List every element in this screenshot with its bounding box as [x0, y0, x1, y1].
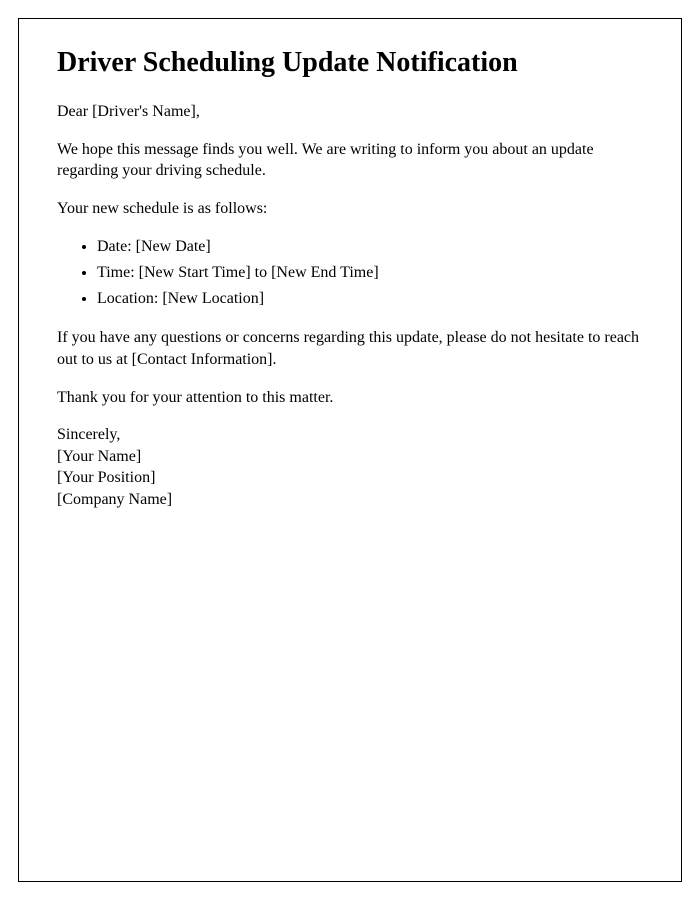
schedule-date-item: Date: [New Date] — [97, 235, 643, 259]
thanks-text: Thank you for your attention to this mat… — [57, 387, 643, 409]
greeting-text: Dear [Driver's Name], — [57, 101, 643, 123]
signoff-company: [Company Name] — [57, 489, 643, 511]
signature-block: Sincerely, [Your Name] [Your Position] [… — [57, 424, 643, 510]
contact-note-text: If you have any questions or concerns re… — [57, 327, 643, 370]
document-page: Driver Scheduling Update Notification De… — [18, 18, 682, 882]
signoff-position: [Your Position] — [57, 467, 643, 489]
intro-paragraph: We hope this message finds you well. We … — [57, 139, 643, 182]
signoff-name: [Your Name] — [57, 446, 643, 468]
signoff-closing: Sincerely, — [57, 424, 643, 446]
page-title: Driver Scheduling Update Notification — [57, 47, 643, 79]
schedule-intro-text: Your new schedule is as follows: — [57, 198, 643, 220]
schedule-list: Date: [New Date] Time: [New Start Time] … — [97, 235, 643, 311]
schedule-location-item: Location: [New Location] — [97, 287, 643, 311]
schedule-time-item: Time: [New Start Time] to [New End Time] — [97, 261, 643, 285]
